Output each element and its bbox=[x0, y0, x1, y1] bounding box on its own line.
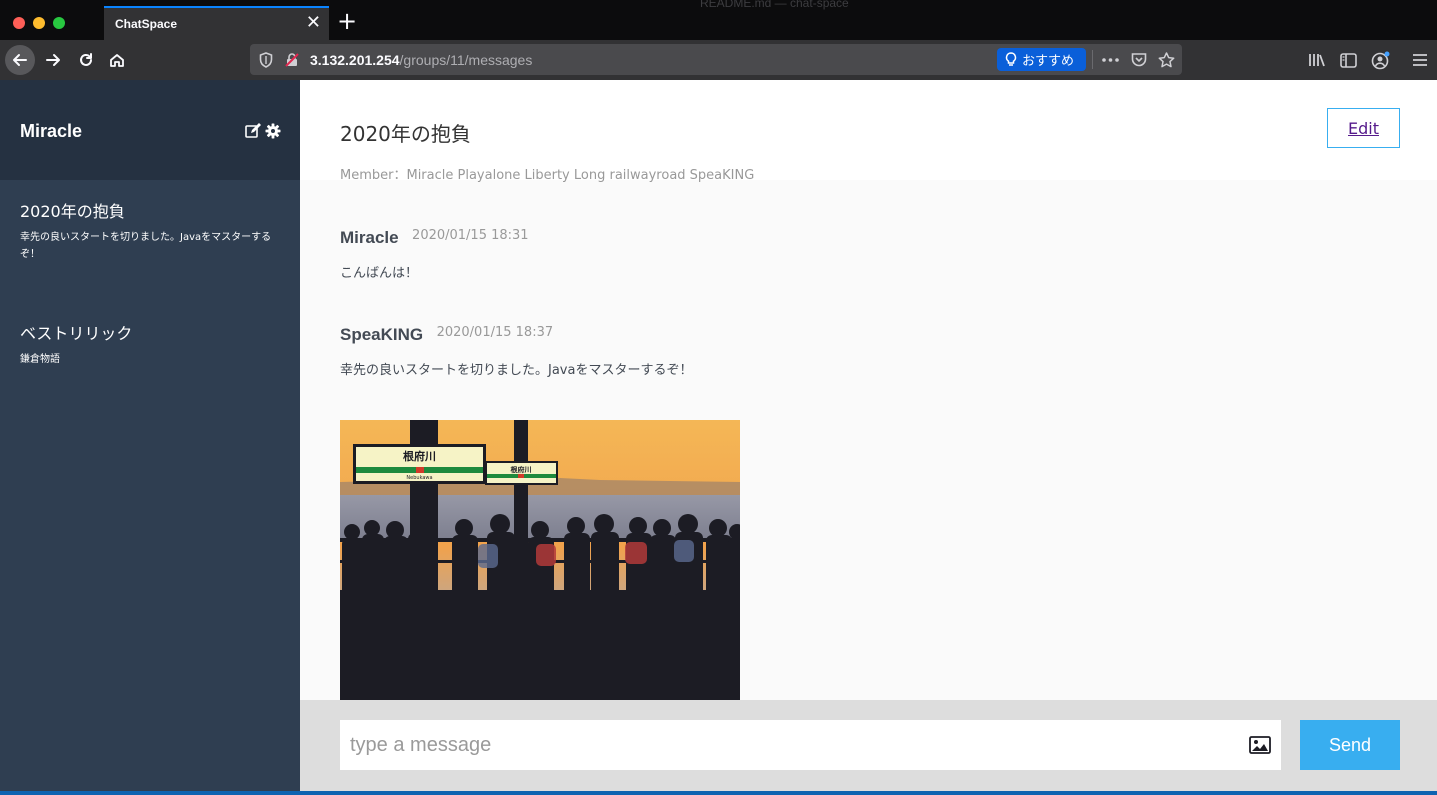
library-icon[interactable] bbox=[1307, 50, 1327, 70]
zoom-window-button[interactable] bbox=[53, 17, 65, 29]
browser-tab-chatspace[interactable]: ChatSpace ✕ bbox=[104, 6, 329, 40]
address-bar[interactable]: 3.132.201.254/groups/11/messages おすすめ bbox=[250, 44, 1182, 75]
hamburger-menu-icon[interactable] bbox=[1410, 50, 1430, 70]
message-date: 2020/01/15 18:31 bbox=[412, 228, 529, 243]
image-upload-icon[interactable] bbox=[1249, 736, 1271, 754]
sidebar-header: Miracle bbox=[0, 80, 300, 180]
editor-status-bar bbox=[0, 791, 1437, 795]
urlbar-separator bbox=[1092, 50, 1093, 69]
message-image-station-sunset: 根府川 Nebukawa 根府川 bbox=[340, 420, 740, 700]
message-user: Miracle bbox=[340, 228, 399, 247]
insecure-connection-lock-icon[interactable] bbox=[283, 51, 300, 68]
group-last-message: 鎌倉物語 bbox=[20, 354, 60, 365]
bookmark-star-icon[interactable] bbox=[1158, 51, 1175, 68]
recommend-button[interactable]: おすすめ bbox=[997, 48, 1086, 71]
tracking-protection-shield-icon[interactable] bbox=[257, 51, 274, 68]
chatspace-app: Miracle 2020年の抱負 幸先の良いスタートを切りました。Javaをマス… bbox=[0, 80, 1437, 791]
tab-close-icon[interactable]: ✕ bbox=[306, 13, 321, 33]
message-list[interactable]: Miracle 2020/01/15 18:31 こんばんは！ SpeaKING… bbox=[300, 180, 1437, 700]
message-form: Send bbox=[300, 700, 1437, 791]
browser-navigation-bar: 3.132.201.254/groups/11/messages おすすめ bbox=[0, 40, 1437, 80]
sidebar: Miracle 2020年の抱負 幸先の良いスタートを切りました。Javaをマス… bbox=[0, 80, 300, 791]
send-button[interactable]: Send bbox=[1300, 720, 1400, 770]
minimize-window-button[interactable] bbox=[33, 17, 45, 29]
chat-main: 2020年の抱負 Member：Miracle Playalone Libert… bbox=[300, 80, 1437, 791]
current-user-name: Miracle bbox=[20, 121, 83, 141]
station-sign-name-small: 根府川 bbox=[511, 465, 532, 474]
station-sign-romaji: Nebukawa bbox=[406, 475, 432, 481]
page-actions-menu-icon[interactable] bbox=[1102, 51, 1119, 68]
message-input-wrapper bbox=[340, 720, 1281, 770]
message-user: SpeaKING bbox=[340, 325, 424, 344]
edit-group-button[interactable]: Edit bbox=[1327, 108, 1400, 148]
forward-arrow-icon[interactable] bbox=[38, 45, 68, 75]
chat-header: 2020年の抱負 Member：Miracle Playalone Libert… bbox=[300, 80, 1437, 183]
group-name: ベストリリック bbox=[20, 324, 133, 343]
message-item: Miracle 2020/01/15 18:31 こんばんは！ bbox=[340, 228, 1400, 281]
sidebar-group-best-lyric[interactable]: ベストリリック 鎌倉物語 bbox=[20, 324, 282, 368]
back-arrow-icon[interactable] bbox=[5, 45, 35, 75]
url-path: /groups/11/messages bbox=[399, 52, 533, 68]
recommend-label: おすすめ bbox=[1022, 54, 1075, 69]
message-date: 2020/01/15 18:37 bbox=[436, 325, 554, 340]
sidebar-group-2020[interactable]: 2020年の抱負 幸先の良いスタートを切りました。Javaをマスターするぞ！ bbox=[20, 202, 282, 263]
station-sign-name: 根府川 bbox=[403, 449, 436, 463]
pocket-icon[interactable] bbox=[1130, 51, 1147, 68]
message-item: SpeaKING 2020/01/15 18:37 幸先の良いスタートを切りまし… bbox=[340, 325, 1400, 378]
group-last-message: 幸先の良いスタートを切りました。Javaをマスターするぞ！ bbox=[20, 232, 272, 260]
background-window-title: README.md — chat-space bbox=[700, 0, 849, 10]
message-text: 幸先の良いスタートを切りました。Javaをマスターするぞ！ bbox=[340, 363, 693, 378]
close-window-button[interactable] bbox=[13, 17, 25, 29]
edit-user-icon[interactable] bbox=[245, 123, 261, 139]
new-group-gear-icon[interactable] bbox=[265, 123, 281, 139]
home-icon[interactable] bbox=[102, 45, 132, 75]
message-input[interactable] bbox=[340, 720, 1240, 770]
reload-icon[interactable] bbox=[71, 45, 101, 75]
new-tab-plus-icon[interactable]: + bbox=[337, 9, 357, 33]
group-name: 2020年の抱負 bbox=[20, 202, 125, 221]
lightbulb-icon bbox=[1005, 52, 1017, 66]
page-title: 2020年の抱負 bbox=[340, 122, 471, 146]
sidebar-toggle-icon[interactable] bbox=[1338, 50, 1358, 70]
url-text: 3.132.201.254/groups/11/messages bbox=[310, 52, 532, 68]
account-icon[interactable] bbox=[1370, 50, 1390, 70]
message-text: こんばんは！ bbox=[340, 266, 419, 281]
browser-tab-bar: README.md — chat-space ChatSpace ✕ + bbox=[0, 0, 1437, 40]
tab-title: ChatSpace bbox=[115, 17, 178, 31]
url-host: 3.132.201.254 bbox=[310, 52, 400, 68]
